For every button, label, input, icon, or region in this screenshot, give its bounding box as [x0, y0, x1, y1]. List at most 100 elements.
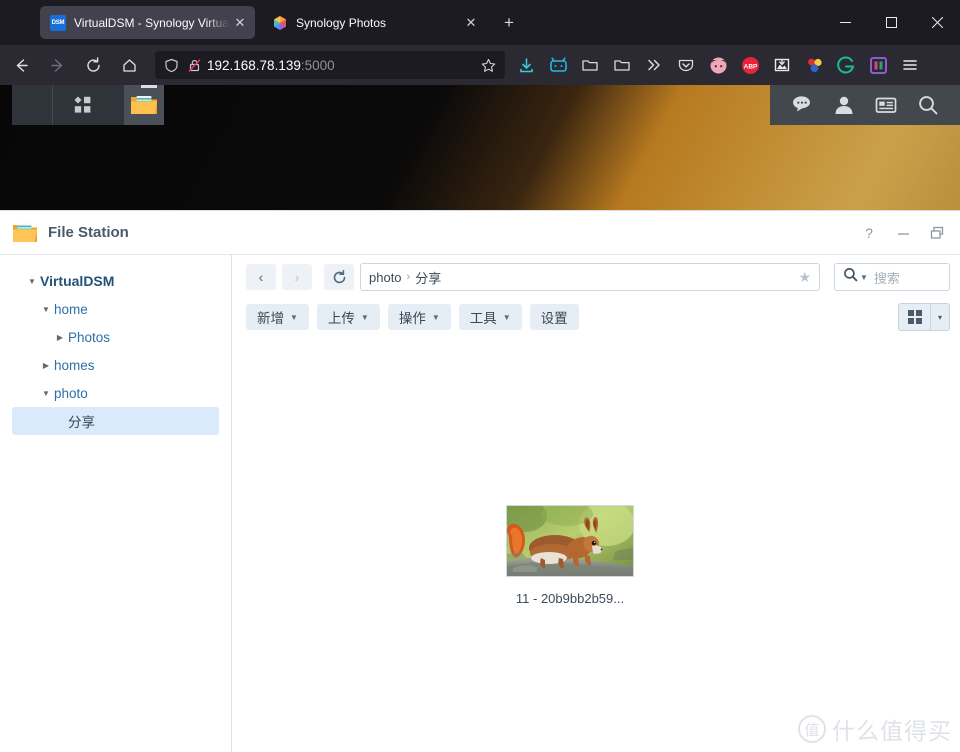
file-thumbnail[interactable] [506, 505, 634, 577]
browser-menu-icon[interactable] [896, 51, 924, 79]
maximize-icon[interactable] [868, 0, 914, 45]
chevron-down-icon[interactable]: ▼ [24, 277, 40, 286]
browser-tab-title: Synology Photos [296, 15, 387, 30]
file-station-window-controls: ? [854, 211, 952, 255]
actions-button-label: 操作 [398, 311, 426, 326]
chevron-down-icon: ▼ [431, 312, 440, 322]
minimize-icon[interactable] [822, 0, 868, 45]
settings-button[interactable]: 设置 [529, 304, 579, 330]
close-icon[interactable] [914, 0, 960, 45]
chevron-down-icon[interactable]: ▼ [860, 273, 868, 282]
sidebar-item-photos[interactable]: ▶ Photos [12, 323, 219, 351]
url-bar[interactable]: 192.168.78.139:5000 [155, 51, 505, 79]
minimize-icon[interactable] [888, 218, 918, 248]
lock-crossed-icon[interactable] [183, 58, 205, 73]
main-menu-apps-icon[interactable] [51, 85, 113, 125]
pocket-icon[interactable] [672, 51, 700, 79]
folder-icon-2[interactable] [608, 51, 636, 79]
tampermonkey-icon[interactable] [864, 51, 892, 79]
file-station-toolbar: 新增 ▼ 上传 ▼ 操作 ▼ 工具 ▼ 设置 ▾ [232, 299, 960, 335]
back-icon[interactable] [6, 50, 36, 80]
breadcrumb-separator: › [406, 271, 411, 283]
widgets-panel-icon[interactable] [874, 93, 898, 117]
path-back-button[interactable]: ‹ [246, 264, 276, 290]
chevron-down-icon[interactable]: ▼ [38, 389, 54, 398]
browser-tab-synology-photos[interactable]: Synology Photos ✕ [262, 6, 486, 39]
search-placeholder: 搜索 [873, 270, 900, 286]
grid-view-icon[interactable] [898, 303, 930, 331]
reload-icon[interactable] [78, 50, 108, 80]
view-options-dropdown[interactable]: ▾ [930, 303, 950, 331]
breadcrumb-item-fenxiang[interactable]: 分享 [415, 268, 441, 287]
close-icon[interactable]: ✕ [462, 14, 480, 32]
new-tab-button[interactable]: + [498, 12, 520, 34]
close-icon[interactable]: ✕ [231, 14, 249, 32]
screenshot-root: DSM VirtualDSM - Synology Virtua ✕ Synol… [0, 0, 960, 752]
search-input[interactable]: ▼ 搜索 [834, 263, 950, 291]
folder-icon-1[interactable] [576, 51, 604, 79]
chevron-down-icon: ▼ [502, 312, 511, 322]
bilibili-icon[interactable] [544, 51, 572, 79]
sidebar-item-homes[interactable]: ▶ homes [12, 351, 219, 379]
url-text: 192.168.78.139:5000 [207, 57, 335, 73]
avatar-extension-icon[interactable] [704, 51, 732, 79]
chevron-right-icon[interactable]: ▶ [52, 333, 68, 342]
browser-tab-title: VirtualDSM - Synology Virtua [74, 15, 229, 30]
file-station-icon [12, 221, 38, 245]
file-list-area[interactable]: 11 - 20b9bb2b59... [232, 335, 960, 752]
refresh-icon[interactable] [324, 264, 354, 290]
color-balls-icon[interactable] [800, 51, 828, 79]
sidebar-item-label: photo [54, 385, 88, 401]
file-station-body: ▼ VirtualDSM ▼ home ▶ Photos ▶ homes ▼ p… [0, 255, 960, 752]
file-station-sidebar: ▼ VirtualDSM ▼ home ▶ Photos ▶ homes ▼ p… [0, 255, 232, 752]
chevron-down-icon[interactable]: ▼ [38, 305, 54, 314]
sidebar-item-label: VirtualDSM [40, 273, 115, 289]
restore-icon[interactable] [922, 218, 952, 248]
sidebar-item-fenxiang[interactable]: 分享 [12, 407, 219, 435]
dsm-taskbar-right [770, 85, 960, 125]
dsm-favicon: DSM [50, 14, 66, 31]
forward-icon[interactable] [42, 50, 72, 80]
help-icon[interactable]: ? [854, 218, 884, 248]
sidebar-item-home[interactable]: ▼ home [12, 295, 219, 323]
file-station-taskbar-icon[interactable] [124, 85, 165, 125]
sidebar-item-label: home [54, 301, 88, 317]
star-icon[interactable] [475, 58, 501, 73]
grammarly-icon[interactable] [832, 51, 860, 79]
sidebar-item-label: homes [54, 357, 95, 373]
home-icon[interactable] [114, 50, 144, 80]
search-icon[interactable] [916, 93, 940, 117]
overflow-chevrons-icon[interactable] [640, 51, 668, 79]
file-station-pathbar: ‹ › photo › 分享 ★ ▼ 搜索 [232, 255, 960, 299]
sidebar-item-virtualdsm[interactable]: ▼ VirtualDSM [12, 267, 219, 295]
file-station-main: ‹ › photo › 分享 ★ ▼ 搜索 新增 ▼ 上传 ▼ 操作 ▼ 工具 … [232, 255, 960, 752]
chevron-down-icon: ▼ [290, 312, 298, 322]
chevron-down-icon: ▼ [360, 312, 369, 322]
tools-button[interactable]: 工具 ▼ [458, 304, 522, 330]
search-icon [843, 267, 858, 287]
user-account-icon[interactable] [832, 93, 856, 117]
star-icon[interactable]: ★ [798, 269, 811, 286]
actions-button[interactable]: 操作 ▼ [387, 304, 451, 330]
downloads-icon[interactable] [512, 51, 540, 79]
file-station-window: File Station ? ▼ VirtualDSM ▼ home ▶ Pho… [0, 210, 960, 752]
image-download-icon[interactable] [768, 51, 796, 79]
taskbar-spacer [12, 85, 52, 125]
shield-icon[interactable] [159, 58, 183, 73]
path-forward-button[interactable]: › [282, 264, 312, 290]
sidebar-item-photo[interactable]: ▼ photo [12, 379, 219, 407]
breadcrumb[interactable]: photo › 分享 ★ [360, 263, 820, 291]
notifications-chat-icon[interactable] [790, 93, 814, 117]
new-button[interactable]: 新增 ▼ [246, 304, 309, 330]
browser-tab-virtualdsm[interactable]: DSM VirtualDSM - Synology Virtua ✕ [40, 6, 255, 39]
adblock-plus-icon[interactable]: ABP [736, 51, 764, 79]
new-button-label: 新增 [257, 311, 284, 326]
list-item[interactable]: 11 - 20b9bb2b59... [494, 505, 646, 606]
dsm-taskbar-left [12, 85, 165, 125]
svg-text:ABP: ABP [743, 63, 757, 70]
upload-button[interactable]: 上传 ▼ [316, 304, 380, 330]
breadcrumb-item-photo[interactable]: photo [369, 270, 402, 285]
synology-photos-favicon [272, 15, 288, 31]
chevron-right-icon[interactable]: ▶ [38, 361, 54, 370]
file-name: 11 - 20b9bb2b59... [515, 591, 625, 606]
